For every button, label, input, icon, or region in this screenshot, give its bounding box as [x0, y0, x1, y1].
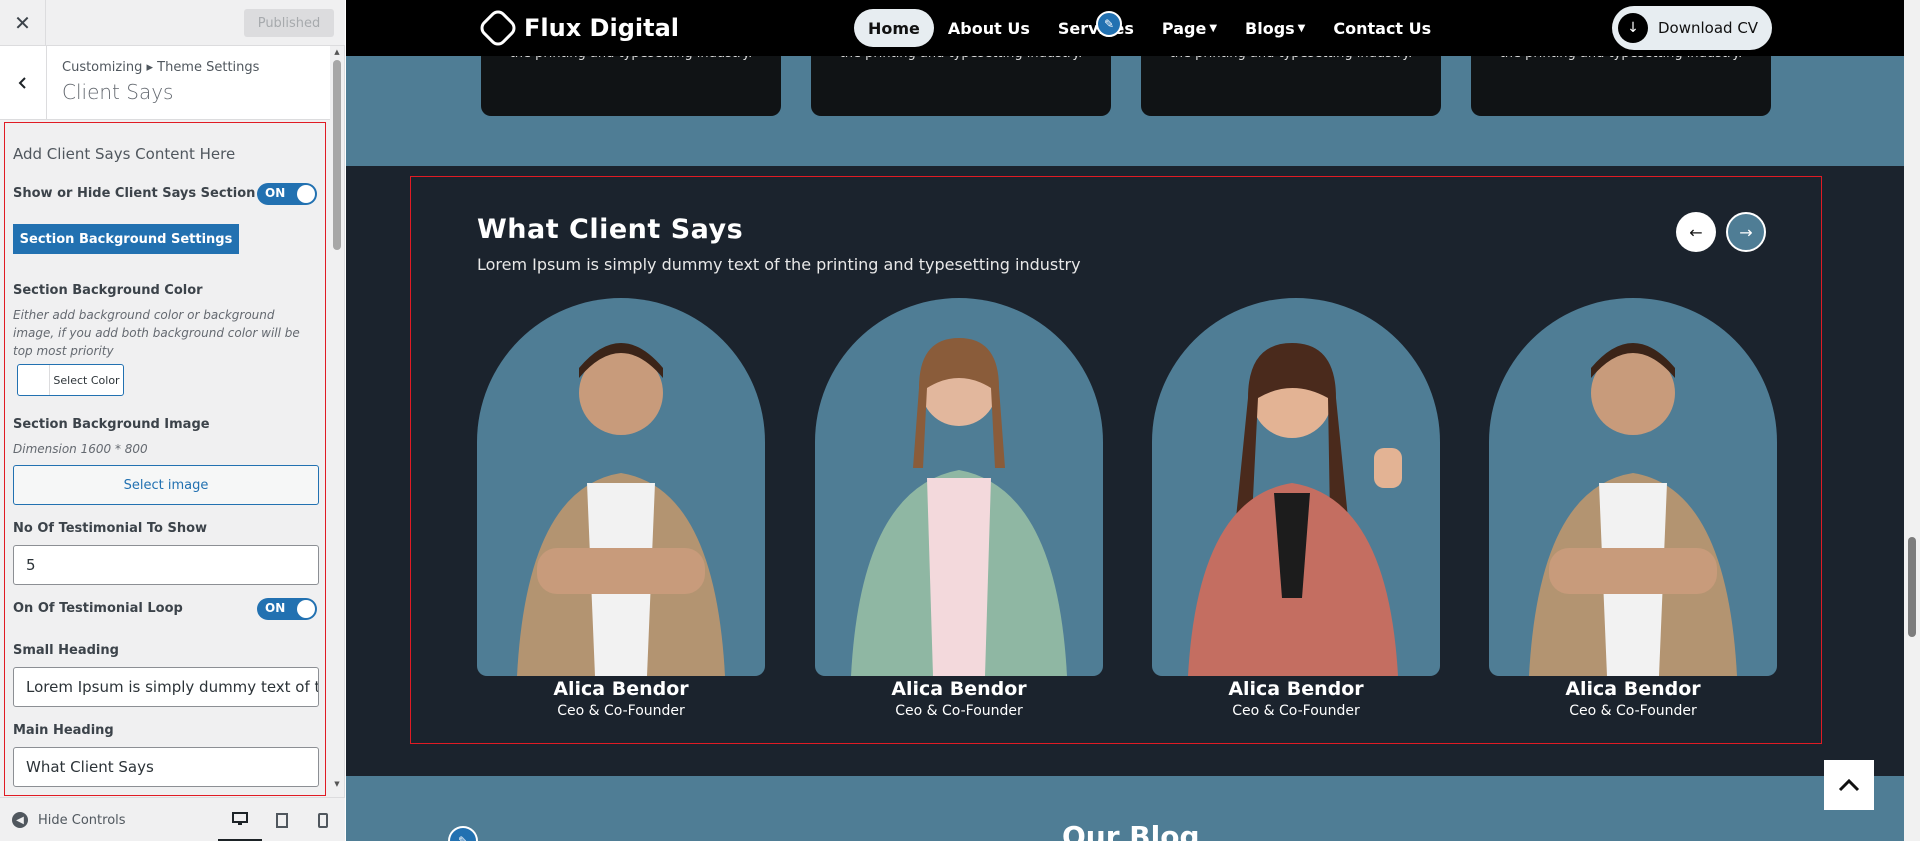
- nav-blogs-label: Blogs: [1245, 18, 1295, 38]
- published-button[interactable]: Published: [244, 9, 334, 37]
- download-icon: ↓: [1618, 13, 1648, 43]
- collapse-icon: ◀: [12, 812, 28, 828]
- section-title-row: Customizing ▸ Theme Settings Client Says: [0, 46, 330, 120]
- testimonial-role: Ceo & Co-Founder: [895, 703, 1023, 719]
- testimonial-role: Ceo & Co-Founder: [1569, 703, 1697, 719]
- chevron-down-icon: ▼: [1209, 22, 1218, 34]
- main-heading-input[interactable]: What Client Says: [13, 747, 319, 787]
- select-color-label: Select Color: [53, 373, 120, 387]
- bg-color-description: Either add background color or backgroun…: [13, 308, 300, 358]
- close-icon[interactable]: ✕: [0, 0, 46, 45]
- sidebar-scrollbar[interactable]: ▲ ▼: [333, 48, 341, 788]
- scrollbar-thumb[interactable]: [1908, 537, 1916, 637]
- nav-contact[interactable]: Contact Us: [1319, 9, 1445, 47]
- logo-icon: [476, 6, 520, 50]
- mobile-icon[interactable]: [301, 798, 345, 841]
- scroll-up-icon[interactable]: ▲: [333, 48, 341, 56]
- testimonial-count-input[interactable]: 5: [13, 545, 319, 585]
- testimonial-name: Alica Bendor: [553, 678, 689, 700]
- hide-controls-label: Hide Controls: [38, 812, 126, 828]
- main-heading-label: Main Heading: [13, 723, 114, 738]
- testimonial-photo: [1152, 298, 1440, 676]
- small-heading-input[interactable]: Lorem Ipsum is simply dummy text of t: [13, 667, 319, 707]
- bg-image-label: Section Background Image: [13, 417, 210, 432]
- prev-arrow-icon[interactable]: ←: [1676, 212, 1716, 252]
- nav-page-label: Page: [1161, 18, 1207, 38]
- customizer-sidebar: ✕ Published Customizing ▸ Theme Settings…: [0, 0, 345, 841]
- toggle-knob: [297, 185, 315, 203]
- nav-blogs[interactable]: Blogs ▼: [1231, 9, 1319, 47]
- loop-label: On Of Testimonial Loop: [13, 601, 183, 616]
- brand-name: Flux Digital: [524, 14, 679, 42]
- bg-color-label: Section Background Color: [13, 283, 203, 298]
- nav-home[interactable]: Home: [854, 9, 934, 47]
- show-hide-label: Show or Hide Client Says Section: [13, 186, 256, 201]
- toggle-state: ON: [265, 601, 286, 615]
- hide-controls-button[interactable]: ◀ Hide Controls: [12, 812, 126, 828]
- select-image-button[interactable]: Select image: [13, 465, 319, 505]
- toggle-knob: [297, 600, 315, 618]
- site-navbar: Flux Digital Home About Us Services Page…: [346, 0, 1904, 56]
- testimonial-count-label: No Of Testimonial To Show: [13, 521, 208, 536]
- toggle-state: ON: [265, 186, 286, 200]
- testimonial-name: Alica Bendor: [1228, 678, 1364, 700]
- blog-title: Our Blog: [1062, 820, 1200, 841]
- nav-page[interactable]: Page ▼: [1148, 9, 1231, 47]
- client-says-controls: Add Client Says Content Here Show or Hid…: [4, 122, 326, 796]
- testimonial-photo: [477, 298, 765, 676]
- customizer-footer: ◀ Hide Controls: [0, 797, 345, 841]
- site-logo[interactable]: Flux Digital: [476, 6, 679, 50]
- next-arrow-icon[interactable]: →: [1726, 212, 1766, 252]
- back-icon[interactable]: [0, 46, 47, 119]
- scroll-down-icon[interactable]: ▼: [333, 780, 341, 788]
- main-nav: Home About Us Services Page▼ Blogs▼ Cont…: [854, 9, 1445, 47]
- tablet-icon[interactable]: [260, 798, 304, 841]
- testimonial-role: Ceo & Co-Founder: [1232, 703, 1360, 719]
- color-swatch: [18, 365, 50, 395]
- loop-toggle[interactable]: ON: [257, 598, 317, 620]
- section-background-settings-button[interactable]: Section Background Settings: [13, 224, 239, 254]
- testimonial-photo: [815, 298, 1103, 676]
- download-cv-button[interactable]: ↓ Download CV: [1612, 6, 1772, 50]
- controls-intro: Add Client Says Content Here: [13, 145, 236, 163]
- testimonial-name: Alica Bendor: [1565, 678, 1701, 700]
- customizer-header: ✕ Published: [0, 0, 345, 46]
- breadcrumb: Customizing ▸ Theme Settings: [62, 60, 260, 75]
- small-heading-label: Small Heading: [13, 643, 119, 658]
- bg-image-description: Dimension 1600 * 800: [13, 442, 148, 456]
- show-hide-toggle[interactable]: ON: [257, 183, 317, 205]
- nav-about[interactable]: About Us: [934, 9, 1044, 47]
- download-cv-label: Download CV: [1658, 19, 1759, 37]
- testimonial-role: Ceo & Co-Founder: [557, 703, 685, 719]
- client-says-subtitle: Lorem Ipsum is simply dummy text of the …: [477, 255, 1081, 274]
- scroll-to-top-button[interactable]: [1824, 760, 1874, 810]
- client-says-title: What Client Says: [477, 214, 744, 245]
- testimonial-name: Alica Bendor: [891, 678, 1027, 700]
- section-title: Client Says: [62, 80, 174, 104]
- edit-shortcut-pencil-icon[interactable]: ✎: [1096, 11, 1122, 37]
- chevron-down-icon: ▼: [1297, 22, 1306, 34]
- scrollbar-thumb[interactable]: [333, 60, 341, 250]
- testimonial-photo: [1489, 298, 1777, 676]
- site-preview: the printing and typesetting industry. t…: [346, 0, 1904, 841]
- client-says-section: What Client Says Lorem Ipsum is simply d…: [346, 166, 1904, 776]
- desktop-icon[interactable]: [218, 798, 262, 841]
- select-color-button[interactable]: Select Color: [17, 364, 124, 396]
- preview-scrollbar[interactable]: [1904, 0, 1920, 841]
